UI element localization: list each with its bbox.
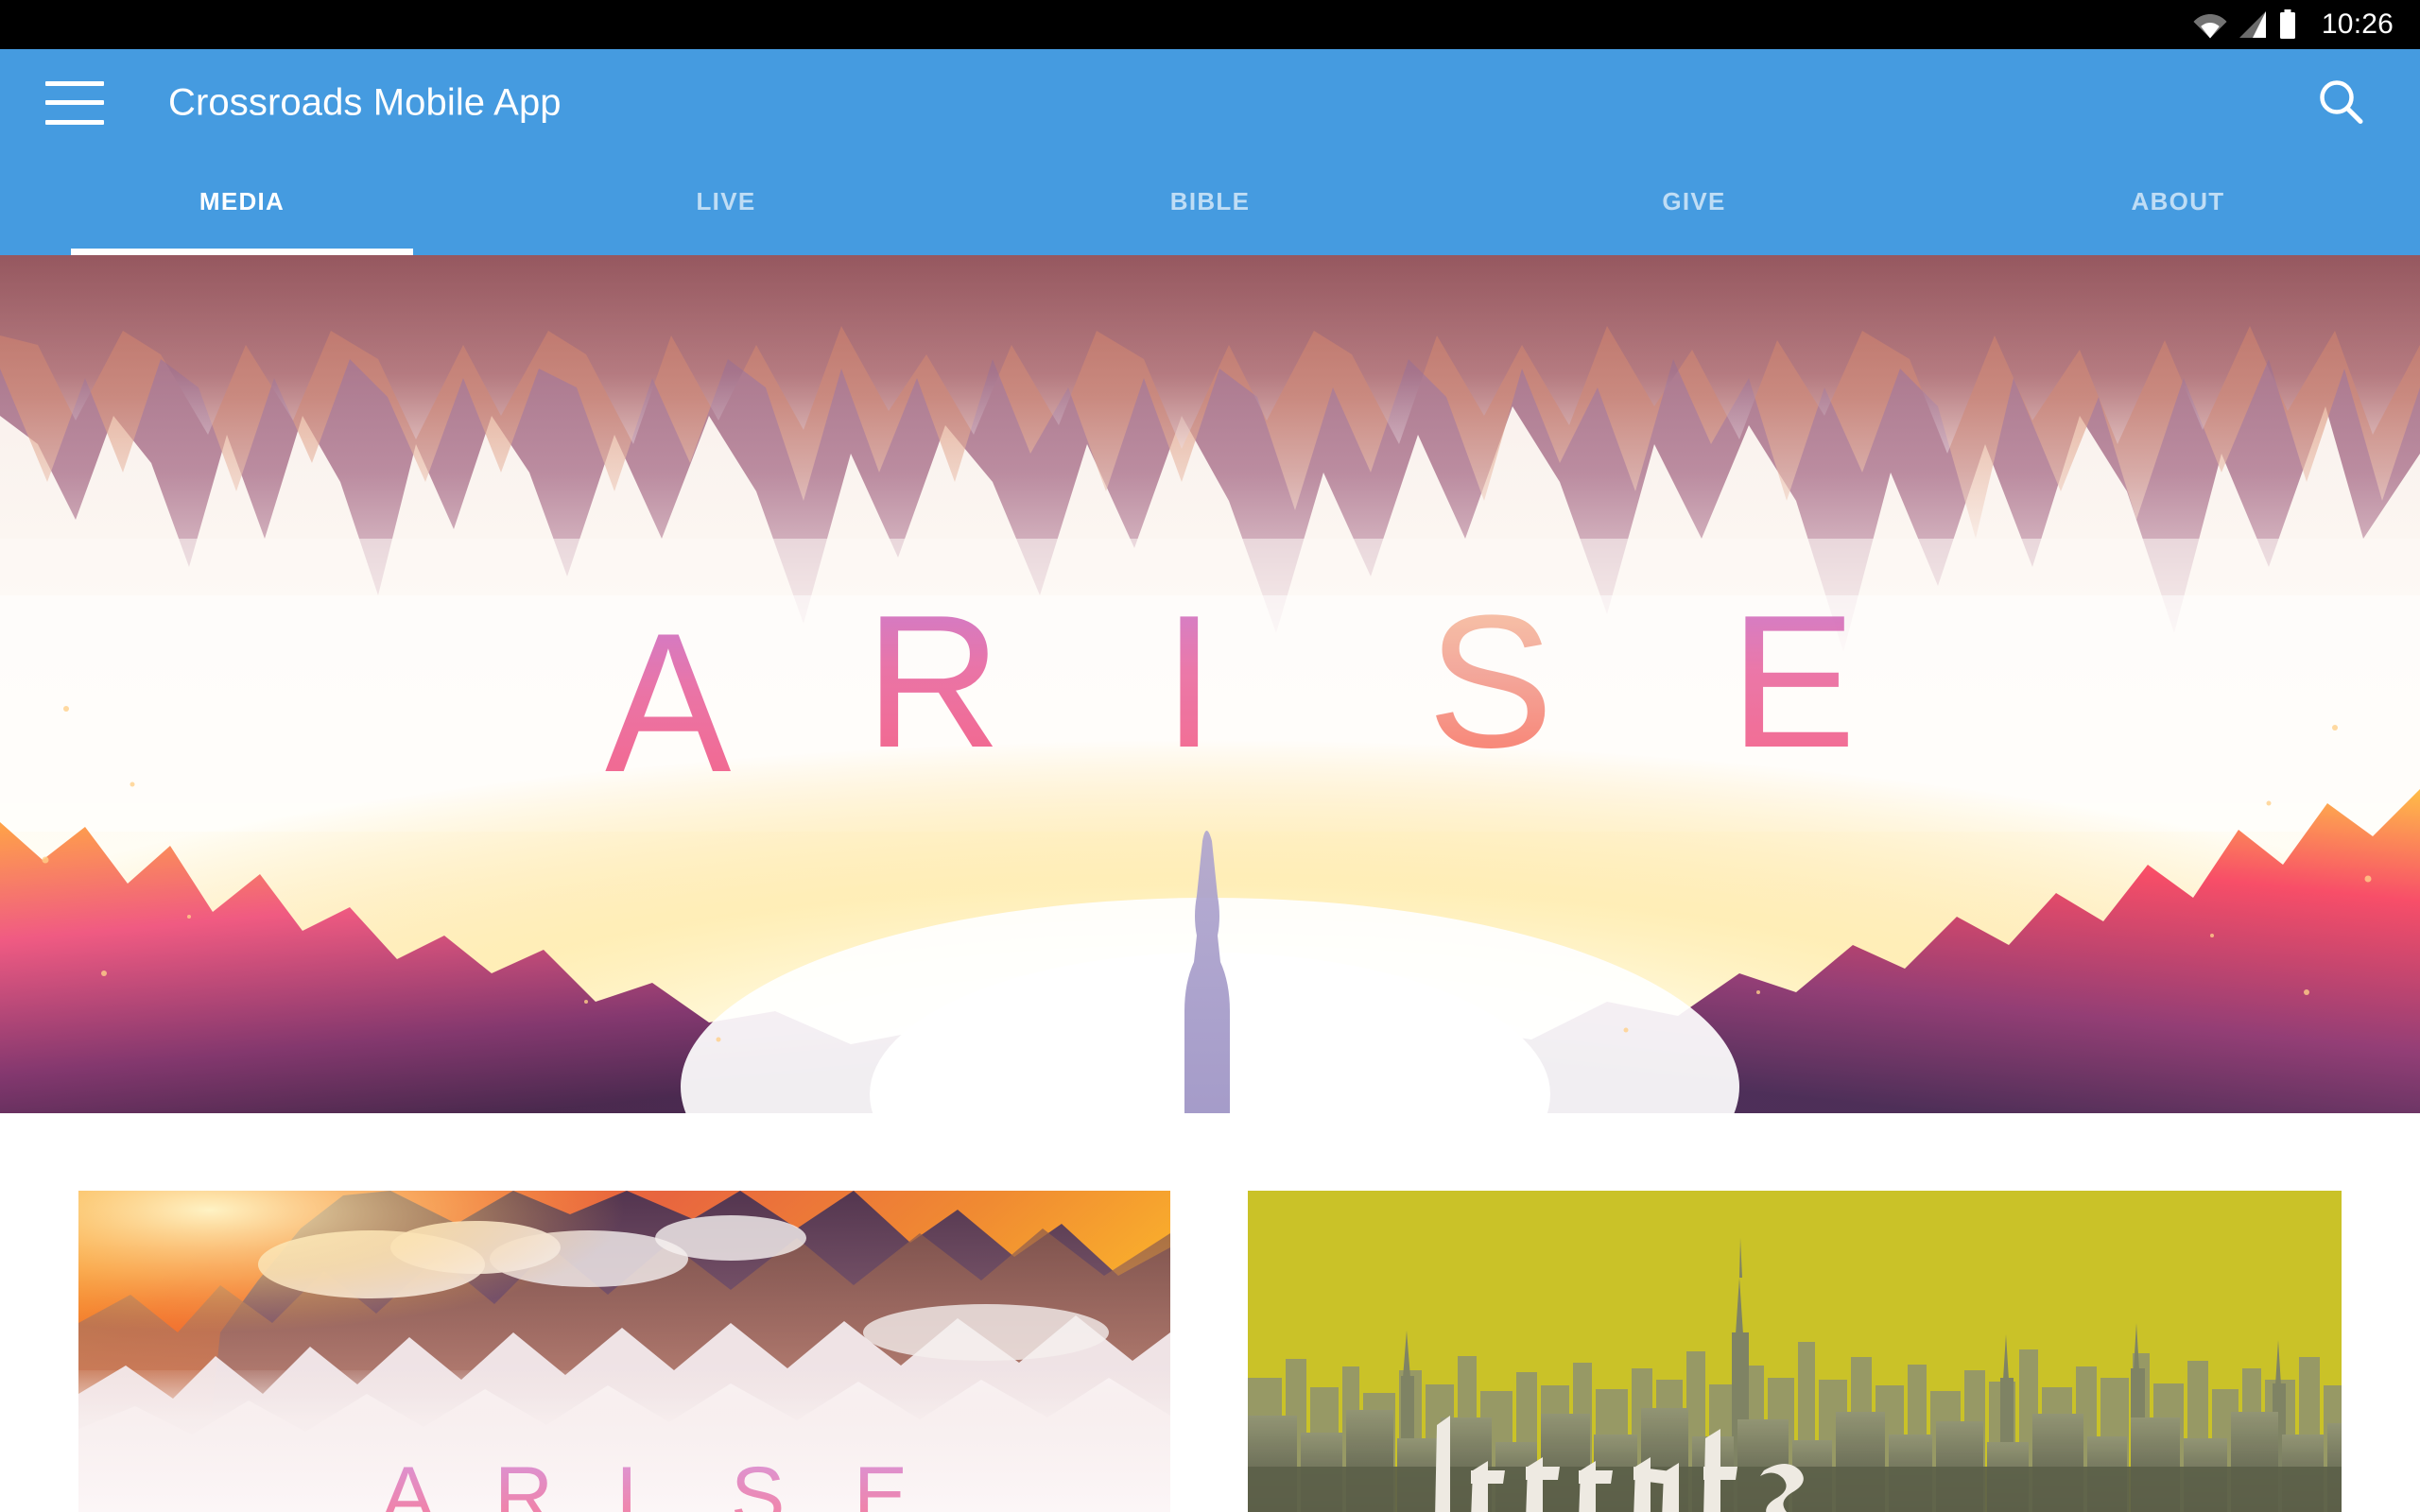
- tab-live-label: LIVE: [696, 187, 756, 215]
- tab-bible[interactable]: BIBLE: [968, 156, 1452, 255]
- cellular-signal-icon: [2238, 11, 2266, 38]
- wifi-icon: [2193, 14, 2227, 39]
- arise-card[interactable]: A R I S E: [78, 1191, 1170, 1512]
- status-bar: 10:26: [0, 0, 2420, 49]
- tab-about[interactable]: ABOUT: [1936, 156, 2420, 255]
- hero-banner-artwork: A R I S E: [0, 255, 2420, 1113]
- svg-text:R: R: [865, 576, 1001, 787]
- svg-text:S: S: [731, 1451, 785, 1512]
- active-tab-indicator: [71, 249, 413, 255]
- svg-text:E: E: [1730, 576, 1856, 787]
- tab-bar: MEDIA LIVE BIBLE GIVE ABOUT: [0, 156, 2420, 255]
- tab-give-label: GIVE: [1662, 187, 1726, 215]
- svg-text:A: A: [381, 1451, 436, 1512]
- tab-bible-label: BIBLE: [1169, 187, 1251, 215]
- svg-text:I: I: [1163, 576, 1216, 787]
- tab-media[interactable]: MEDIA: [0, 156, 484, 255]
- hamburger-menu-icon[interactable]: [45, 80, 104, 125]
- tab-indicator: [2007, 249, 2349, 255]
- tab-live[interactable]: LIVE: [484, 156, 968, 255]
- tab-about-label: ABOUT: [2131, 187, 2225, 215]
- svg-text:E: E: [854, 1451, 908, 1512]
- legends-card[interactable]: [1248, 1191, 2342, 1512]
- svg-text:A: A: [605, 593, 732, 815]
- status-icon-group: 10:26: [2193, 9, 2394, 41]
- battery-icon: [2279, 9, 2295, 39]
- search-icon[interactable]: [2312, 74, 2371, 132]
- svg-text:S: S: [1427, 576, 1553, 787]
- svg-text:I: I: [615, 1451, 638, 1512]
- tab-indicator: [1523, 249, 1865, 255]
- tab-indicator: [1039, 249, 1381, 255]
- page-title: Crossroads Mobile App: [168, 81, 562, 123]
- svg-text:R: R: [494, 1451, 553, 1512]
- legends-card-artwork: [1248, 1191, 2342, 1512]
- hero-banner[interactable]: A R I S E: [0, 255, 2420, 1113]
- media-card-row: A R I S E: [0, 1113, 2420, 1512]
- tab-indicator: [555, 249, 897, 255]
- arise-card-artwork: A R I S E: [78, 1191, 1170, 1512]
- tab-media-label: MEDIA: [199, 187, 285, 215]
- status-time: 10:26: [2321, 9, 2394, 40]
- app-bar: Crossroads Mobile App: [0, 49, 2420, 156]
- tab-give[interactable]: GIVE: [1452, 156, 1936, 255]
